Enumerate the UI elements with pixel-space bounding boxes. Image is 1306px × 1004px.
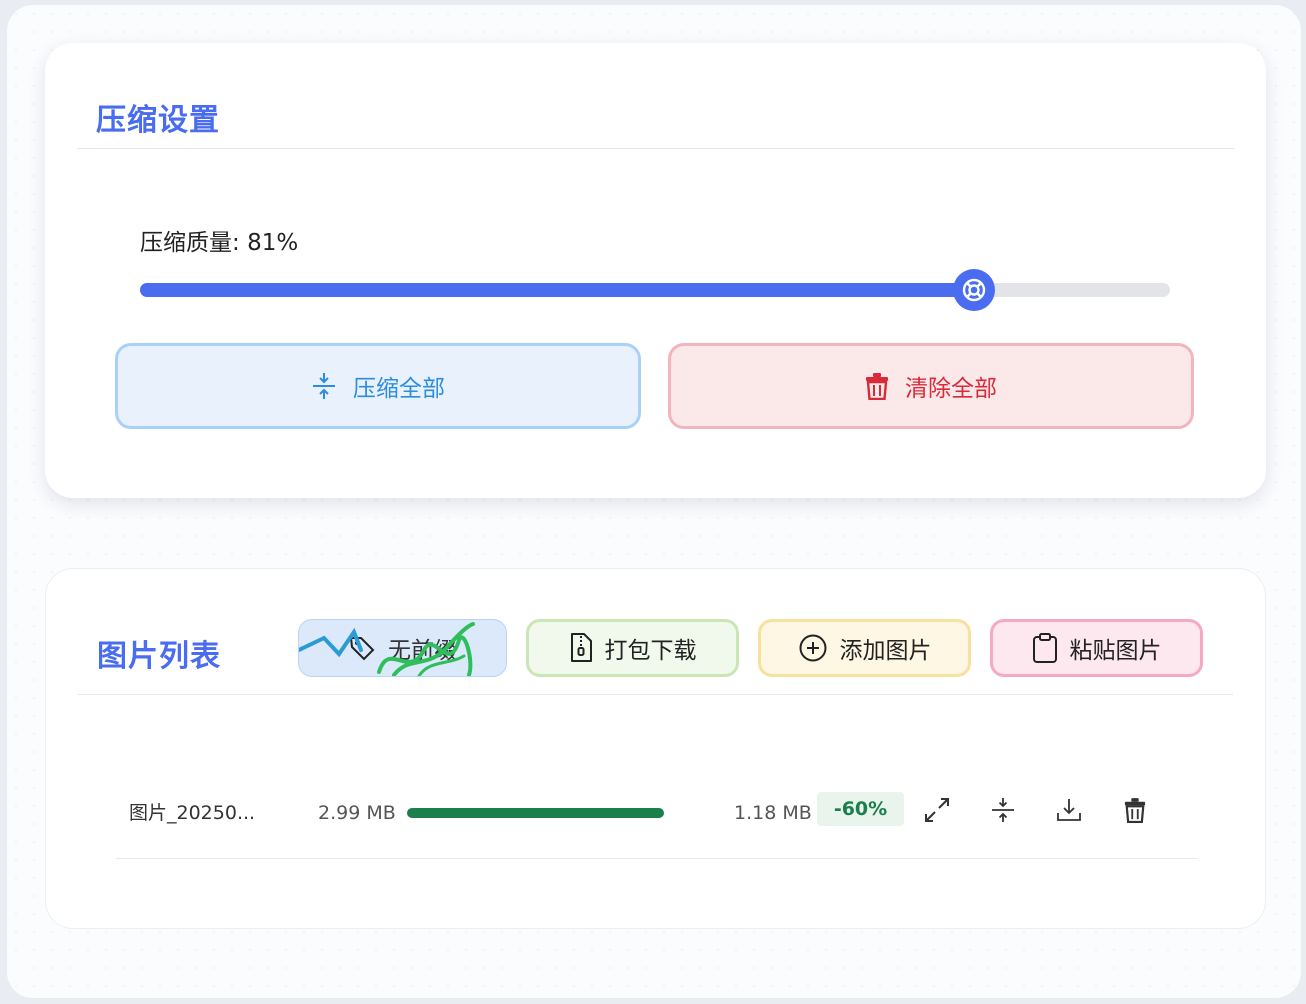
ratio-badge: -60% [817,792,904,826]
paste-image-button[interactable]: 粘贴图片 [990,619,1203,677]
slider-fill [140,283,975,297]
compress-button[interactable] [986,793,1020,827]
trash-icon [866,373,888,400]
prefix-label: 无前缀 [388,638,457,664]
paste-image-label: 粘贴图片 [1069,638,1162,664]
zip-download-label: 打包下载 [604,638,697,664]
list-title: 图片列表 [97,639,221,674]
download-button[interactable] [1052,793,1086,827]
quality-value: 81% [247,230,299,256]
download-icon [1057,799,1081,821]
tag-icon [349,637,375,661]
lifebuoy-icon [963,278,986,302]
app-container: 压缩设置 压缩质量: 81% 压缩全部 清除全部 图片列表 无前缀 打包下载 添… [7,5,1301,998]
compression-progress [407,808,664,818]
clear-all-button[interactable]: 清除全部 [668,343,1194,429]
delete-button[interactable] [1118,793,1152,827]
add-image-label: 添加图片 [839,638,932,664]
list-divider [78,694,1233,695]
compress-all-label: 压缩全部 [353,376,445,402]
slider-thumb[interactable] [953,269,996,311]
expand-icon [925,798,949,822]
expand-button[interactable] [920,793,954,827]
quality-slider[interactable] [140,269,1170,311]
image-list-card: 图片列表 无前缀 打包下载 添加图片 粘贴图片 图片_20250... 2.99… [45,568,1266,929]
settings-title: 压缩设置 [96,103,220,138]
compress-icon [313,373,335,399]
trash-icon [1124,798,1146,823]
compression-settings-card: 压缩设置 压缩质量: 81% 压缩全部 清除全部 [45,43,1266,498]
original-size: 2.99 MB [318,802,396,824]
quality-label-text: 压缩质量 [140,230,232,256]
compress-icon [992,798,1014,822]
clear-all-label: 清除全部 [905,376,997,402]
plus-circle-icon [799,634,826,662]
progress-fill [407,808,664,818]
table-row: 图片_20250... 2.99 MB 1.18 MB -60% [116,789,1197,859]
prefix-button[interactable]: 无前缀 [298,619,507,677]
file-name: 图片_20250... [129,802,256,824]
zip-file-icon [570,633,592,662]
compress-all-button[interactable]: 压缩全部 [115,343,641,429]
zip-download-button[interactable]: 打包下载 [526,619,739,677]
add-image-button[interactable]: 添加图片 [758,619,971,677]
quality-label: 压缩质量: 81% [140,230,299,256]
clipboard-icon [1032,633,1057,663]
compressed-size: 1.18 MB [734,802,812,824]
settings-divider [77,148,1234,149]
